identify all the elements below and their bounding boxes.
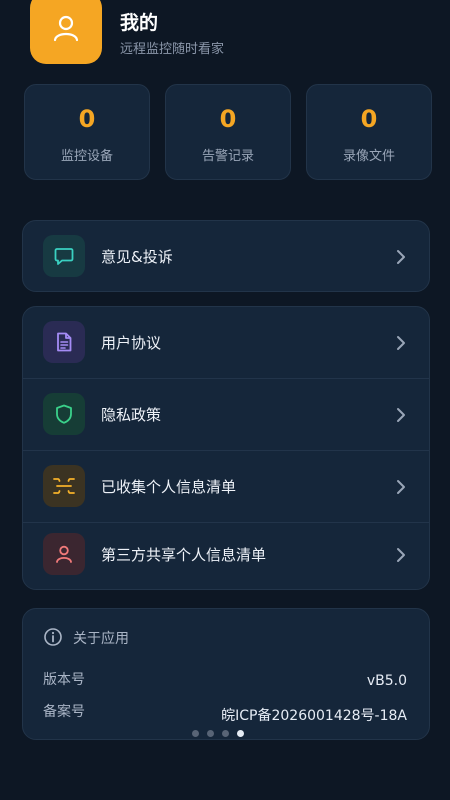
stat-value: 0: [78, 105, 96, 133]
version-value: vB5.0: [366, 673, 407, 689]
page-dot-3[interactable]: [222, 730, 229, 737]
stat-alerts[interactable]: 0 告警记录: [165, 84, 291, 180]
stat-value: 0: [219, 105, 237, 133]
chevron-right-icon: [397, 336, 405, 350]
page-dot-2[interactable]: [207, 730, 214, 737]
stats-row: 0 监控设备 0 告警记录 0 录像文件: [24, 84, 434, 182]
chevron-right-icon: [397, 548, 405, 562]
menu-item-privacy-policy[interactable]: 隐私政策: [23, 379, 429, 451]
profile-page: 我的 远程监控随时看家 0 监控设备 0 告警记录 0 录像文件 意见&投诉 用…: [0, 0, 450, 800]
chat-bubble-icon: [54, 248, 74, 265]
stat-value: 0: [360, 105, 378, 133]
user-agreement-icon-box: [43, 321, 85, 363]
version-label: 版本号: [43, 672, 85, 688]
stat-devices[interactable]: 0 监控设备: [24, 84, 150, 180]
page-title: 我的: [120, 12, 159, 34]
feedback-card: 意见&投诉: [22, 220, 430, 292]
page-dot-1[interactable]: [192, 730, 199, 737]
document-icon: [57, 332, 72, 352]
stat-label: 监控设备: [60, 149, 113, 164]
profile-header: 我的 远程监控随时看家: [30, 0, 430, 66]
menu-label: 用户协议: [101, 334, 162, 352]
menu-item-third-party-info[interactable]: 第三方共享个人信息清单: [23, 519, 429, 591]
about-title: 关于应用: [73, 631, 129, 647]
stat-label: 告警记录: [201, 149, 254, 164]
menu-item-user-agreement[interactable]: 用户协议: [23, 307, 429, 379]
third-party-icon-box: [43, 533, 85, 575]
shield-icon: [56, 404, 72, 424]
privacy-icon-box: [43, 393, 85, 435]
page-subtitle: 远程监控随时看家: [120, 42, 225, 57]
icp-value: 皖ICP备2026001428号-18A: [221, 708, 407, 724]
menu-label: 已收集个人信息清单: [101, 478, 237, 496]
collected-icon-box: [43, 465, 85, 507]
menu-item-feedback[interactable]: 意见&投诉: [23, 221, 429, 293]
chevron-right-icon: [397, 408, 405, 422]
legal-card: 用户协议 隐私政策 已收集个人信息清单 第三方共享个人信息清单: [22, 306, 430, 590]
feedback-icon-box: [43, 235, 85, 277]
stat-label: 录像文件: [342, 149, 395, 164]
chevron-right-icon: [397, 480, 405, 494]
menu-item-collected-info[interactable]: 已收集个人信息清单: [23, 451, 429, 523]
page-dot-4[interactable]: [237, 730, 244, 737]
menu-label: 意见&投诉: [101, 248, 173, 266]
menu-label: 第三方共享个人信息清单: [101, 546, 267, 564]
chevron-right-icon: [397, 250, 405, 264]
person-icon: [56, 545, 72, 563]
stat-recordings[interactable]: 0 录像文件: [306, 84, 432, 180]
avatar[interactable]: [30, 0, 102, 64]
info-icon: [44, 628, 62, 646]
icp-label: 备案号: [43, 704, 85, 720]
user-icon: [53, 15, 79, 42]
menu-label: 隐私政策: [101, 406, 162, 424]
collection-icon: [53, 478, 75, 494]
about-card: 关于应用 版本号 vB5.0 备案号 皖ICP备2026001428号-18A: [22, 608, 430, 740]
